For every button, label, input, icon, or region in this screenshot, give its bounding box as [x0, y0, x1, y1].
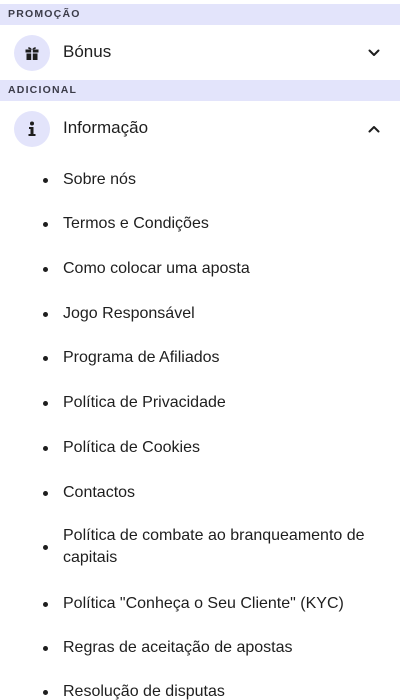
submenu-item-como-colocar-uma-aposta[interactable]: Como colocar uma aposta: [0, 257, 400, 281]
gift-icon: [14, 35, 50, 71]
bullet: [43, 400, 48, 406]
chevron-down-icon[interactable]: [366, 45, 382, 61]
submenu-item-sobre-nos[interactable]: Sobre nós: [0, 168, 400, 192]
submenu-item-label: Regras de aceitação de apostas: [63, 639, 293, 656]
submenu-item-label: Política de Privacidade: [63, 394, 226, 411]
bullet: [43, 177, 48, 183]
chevron-up-icon[interactable]: [366, 121, 382, 137]
bonus-label: Bónus: [63, 42, 112, 61]
submenu-item-regras-aceitacao-apostas[interactable]: Regras de aceitação de apostas: [0, 636, 400, 660]
submenu-item-jogo-responsavel[interactable]: Jogo Responsável: [0, 302, 400, 326]
bullet: [43, 445, 48, 451]
bullet: [43, 601, 48, 607]
info-icon: [14, 111, 50, 147]
section-header-promocao: PROMOÇÃO: [0, 4, 400, 25]
submenu-item-termos-e-condicoes[interactable]: Termos e Condições: [0, 212, 400, 236]
submenu-item-label: Política "Conheça o Seu Cliente" (KYC): [63, 595, 344, 612]
submenu-item-label: Resolução de disputas: [63, 683, 225, 700]
bullet: [43, 689, 48, 695]
submenu-item-politica-kyc[interactable]: Política "Conheça o Seu Cliente" (KYC): [0, 592, 400, 616]
informacao-label: Informação: [63, 118, 149, 137]
submenu-item-politica-branqueamento-capitais[interactable]: Política de combate ao branqueamento de …: [0, 523, 400, 571]
submenu-item-label: Política de Cookies: [63, 439, 200, 456]
bullet: [43, 490, 48, 496]
submenu-item-label: Política de combate ao branqueamento de …: [63, 527, 365, 566]
menu-item-bonus[interactable]: Bónus: [0, 29, 400, 77]
bullet: [43, 545, 48, 550]
submenu-item-label: Programa de Afiliados: [63, 349, 220, 366]
section-header-adicional: ADICIONAL: [0, 80, 400, 101]
submenu-item-politica-de-privacidade[interactable]: Política de Privacidade: [0, 391, 400, 415]
bullet: [43, 645, 48, 651]
submenu-item-contactos[interactable]: Contactos: [0, 481, 400, 505]
menu-item-informacao[interactable]: Informação: [0, 105, 400, 153]
bullet: [43, 266, 48, 272]
submenu-item-programa-de-afiliados[interactable]: Programa de Afiliados: [0, 346, 400, 370]
submenu-item-label: Jogo Responsável: [63, 305, 195, 322]
bullet: [43, 311, 48, 317]
bullet: [43, 355, 48, 361]
submenu-item-politica-de-cookies[interactable]: Política de Cookies: [0, 436, 400, 460]
submenu-item-resolucao-de-disputas[interactable]: Resolução de disputas: [0, 680, 400, 700]
submenu-item-label: Contactos: [63, 484, 136, 501]
bullet: [43, 221, 48, 227]
submenu-item-label: Sobre nós: [63, 171, 136, 188]
submenu-item-label: Como colocar uma aposta: [63, 260, 250, 277]
submenu-item-label: Termos e Condições: [63, 215, 209, 232]
